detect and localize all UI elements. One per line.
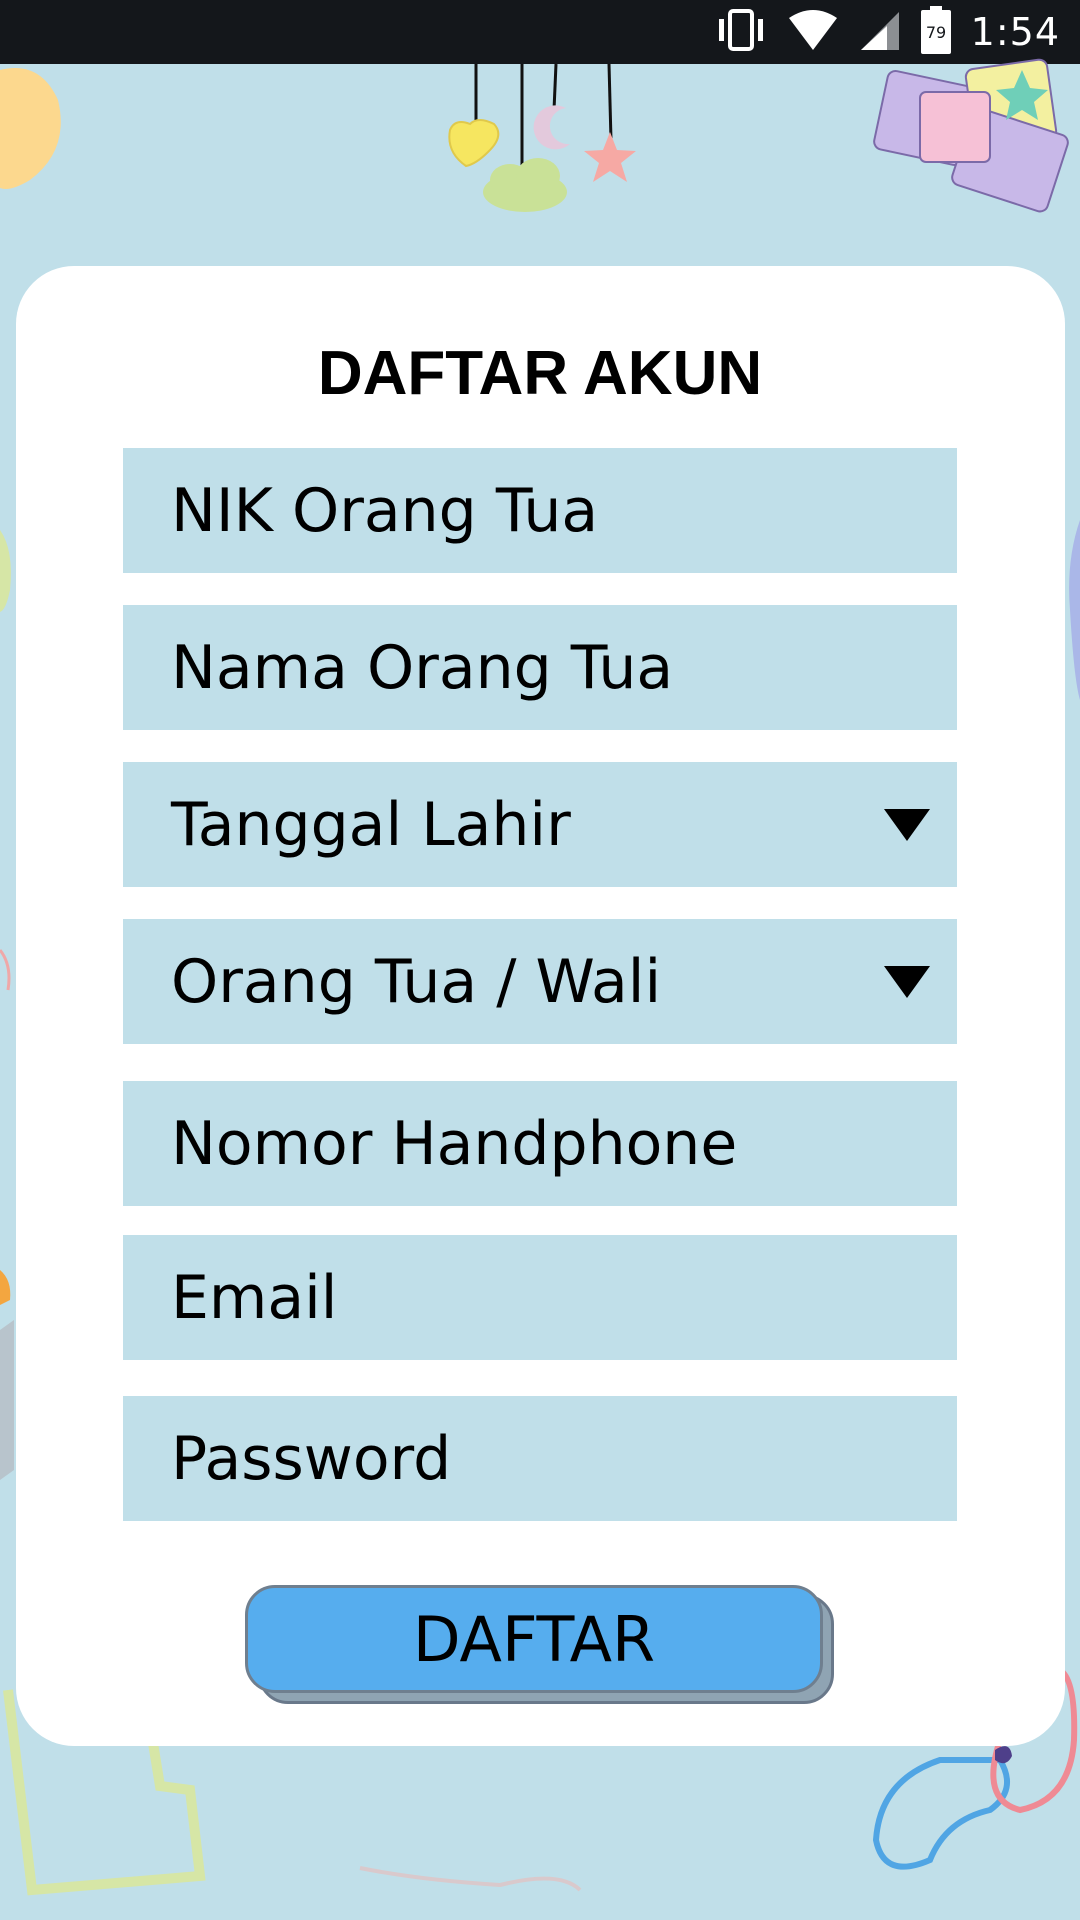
nama-orang-tua-field[interactable]: Nama Orang Tua <box>123 605 957 730</box>
yellow-blob-decoration <box>0 68 61 189</box>
tanggal-lahir-select[interactable]: Tanggal Lahir <box>123 762 957 887</box>
email-field[interactable]: Email <box>123 1235 957 1360</box>
green-scrap-decoration <box>0 530 11 612</box>
nik-orang-tua-placeholder: NIK Orang Tua <box>171 475 599 546</box>
dropdown-arrow-icon <box>884 965 930 998</box>
nomor-handphone-field[interactable]: Nomor Handphone <box>123 1081 957 1206</box>
password-placeholder: Password <box>171 1423 452 1494</box>
hanging-mobile-decoration <box>448 63 636 212</box>
grey-stroller-decoration <box>0 1320 14 1480</box>
orange-scrap-decoration <box>0 1270 11 1305</box>
faint-line-decoration <box>359 1866 582 1892</box>
nama-orang-tua-placeholder: Nama Orang Tua <box>171 632 674 703</box>
pink-curl-decoration <box>0 949 11 991</box>
daftar-button-label: DAFTAR <box>412 1602 656 1676</box>
password-field[interactable]: Password <box>123 1396 957 1521</box>
nomor-handphone-placeholder: Nomor Handphone <box>171 1108 738 1179</box>
daftar-button[interactable]: DAFTAR <box>245 1585 823 1693</box>
purple-dot-decoration <box>995 1746 1012 1764</box>
orang-tua-wali-select[interactable]: Orang Tua / Wali <box>123 919 957 1044</box>
dropdown-arrow-icon <box>884 808 930 841</box>
page-title: DAFTAR AKUN <box>317 339 763 408</box>
purple-scrap-decoration <box>1069 520 1080 700</box>
blue-curl-decoration <box>872 1757 1011 1870</box>
nik-orang-tua-field[interactable]: NIK Orang Tua <box>123 448 957 573</box>
email-placeholder: Email <box>171 1262 338 1333</box>
toy-blocks-decoration <box>873 58 1069 213</box>
tanggal-lahir-placeholder: Tanggal Lahir <box>171 789 571 860</box>
orang-tua-wali-placeholder: Orang Tua / Wali <box>171 946 662 1017</box>
